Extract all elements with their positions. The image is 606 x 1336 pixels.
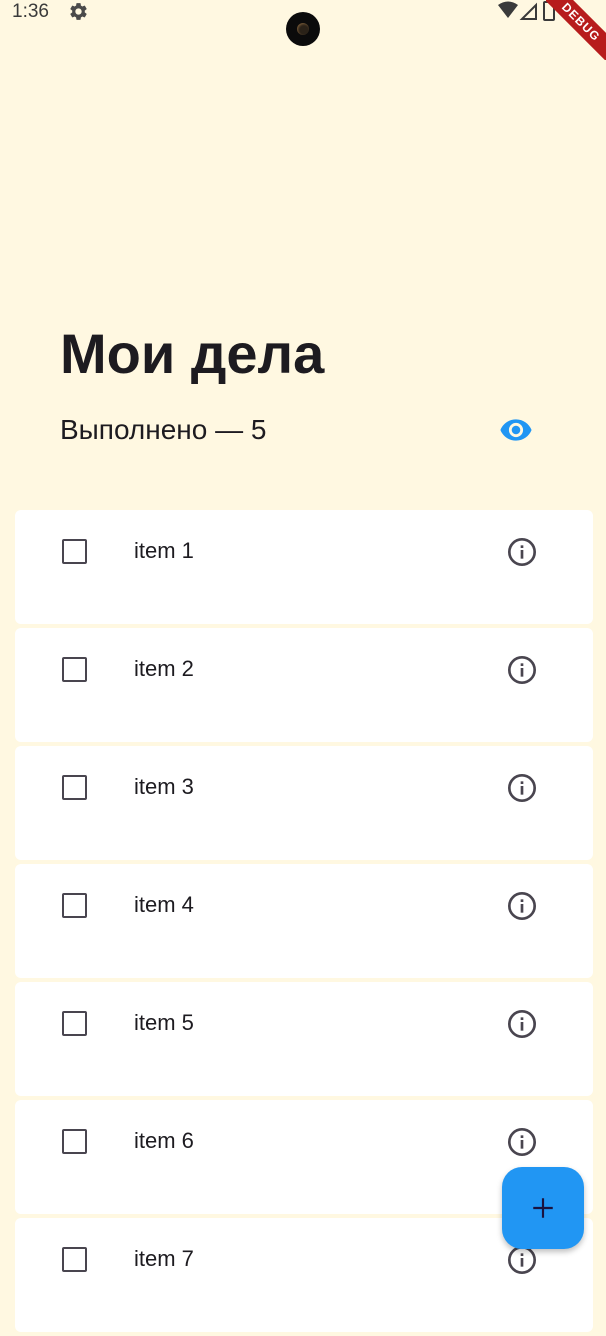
task-item[interactable]: item 3: [15, 746, 593, 860]
signal-icon: [519, 2, 537, 20]
task-label: item 6: [134, 1128, 194, 1153]
task-checkbox[interactable]: [62, 1011, 87, 1036]
task-checkbox[interactable]: [62, 1129, 87, 1154]
info-icon[interactable]: [506, 1126, 538, 1158]
debug-label: DEBUG: [546, 0, 606, 60]
eye-icon: [500, 419, 532, 441]
task-checkbox[interactable]: [62, 657, 87, 682]
page-title: Мои дела: [60, 322, 325, 385]
task-label: item 3: [134, 774, 194, 799]
info-icon[interactable]: [506, 772, 538, 804]
info-icon[interactable]: [506, 1008, 538, 1040]
task-checkbox[interactable]: [62, 775, 87, 800]
wifi-icon: [498, 1, 518, 18]
task-checkbox[interactable]: [62, 893, 87, 918]
task-item[interactable]: item 4: [15, 864, 593, 978]
task-label: item 1: [134, 538, 194, 563]
task-label: item 2: [134, 656, 194, 681]
done-count-label: Выполнено — 5: [60, 414, 267, 445]
task-item[interactable]: item 2: [15, 628, 593, 742]
task-item[interactable]: item 5: [15, 982, 593, 1096]
info-icon[interactable]: [506, 536, 538, 568]
task-item[interactable]: item 1: [15, 510, 593, 624]
status-time: 1:36: [12, 1, 49, 22]
add-icon: [533, 1198, 553, 1218]
gear-icon: [70, 3, 87, 20]
debug-banner: DEBUG: [546, 0, 606, 60]
info-icon[interactable]: [506, 654, 538, 686]
camera-lens: [297, 23, 309, 35]
task-checkbox[interactable]: [62, 539, 87, 564]
info-icon[interactable]: [506, 890, 538, 922]
toggle-visibility-button[interactable]: [496, 410, 536, 450]
task-label: item 5: [134, 1010, 194, 1035]
task-checkbox[interactable]: [62, 1247, 87, 1272]
add-task-button[interactable]: [502, 1167, 584, 1249]
task-label: item 7: [134, 1246, 194, 1271]
task-label: item 4: [134, 892, 194, 917]
front-camera: [286, 12, 320, 46]
done-summary-row: Выполнено — 5: [60, 408, 536, 452]
